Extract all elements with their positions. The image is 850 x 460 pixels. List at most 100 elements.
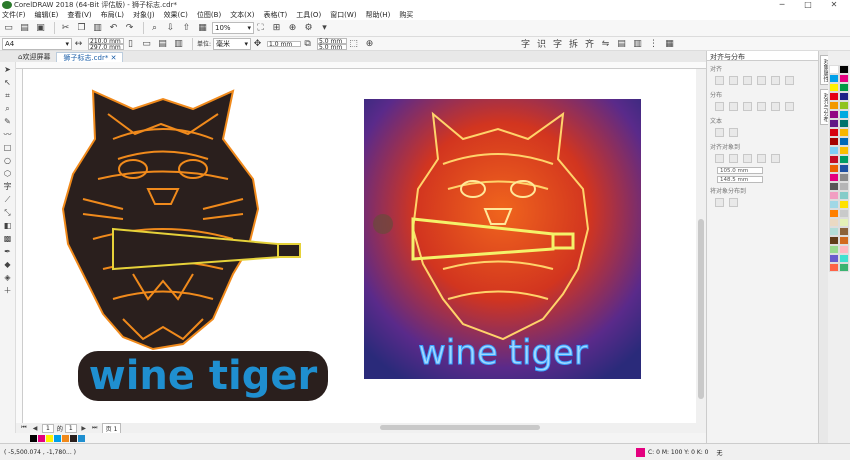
connector-tool-icon[interactable]: ⤡ xyxy=(1,207,14,218)
align-to-page-edge-button[interactable] xyxy=(743,154,752,163)
palette-swatch[interactable] xyxy=(829,155,839,164)
open-icon[interactable]: ▤ xyxy=(18,22,31,35)
palette-swatch[interactable] xyxy=(829,137,839,146)
launch-icon[interactable]: ▾ xyxy=(318,22,331,35)
swatch-magenta[interactable] xyxy=(38,434,45,442)
menu-file[interactable]: 文件(F) xyxy=(2,10,26,20)
maximize-button[interactable]: □ xyxy=(796,0,820,9)
palette-swatch[interactable] xyxy=(829,65,839,74)
save-icon[interactable]: ▣ xyxy=(34,22,47,35)
palette-swatch[interactable] xyxy=(839,227,849,236)
grid-icon[interactable]: ⊞ xyxy=(270,22,283,35)
landscape-icon[interactable]: ▭ xyxy=(140,37,153,50)
align-to-selection-button[interactable] xyxy=(729,154,738,163)
text-bbox-button[interactable] xyxy=(729,128,738,137)
palette-swatch[interactable] xyxy=(839,200,849,209)
menu-tools[interactable]: 工具(O) xyxy=(296,10,321,20)
add-tool-icon[interactable]: ＋ xyxy=(1,285,14,296)
dist-center-button[interactable] xyxy=(729,102,738,111)
align-to-page-center-button[interactable] xyxy=(757,154,766,163)
dist-to-page-button[interactable] xyxy=(729,198,738,207)
text-tool-icon[interactable]: 字 xyxy=(1,181,14,192)
text-icon[interactable]: 字 xyxy=(519,37,532,50)
menu-edit[interactable]: 编辑(E) xyxy=(35,10,59,20)
eyedropper-icon[interactable]: ✒ xyxy=(1,246,14,257)
tab-welcome[interactable]: ⌂ 欢迎屏幕 xyxy=(12,52,56,62)
swatch-yellow[interactable] xyxy=(46,434,53,442)
options-icon[interactable]: ⚙ xyxy=(302,22,315,35)
palette-swatch[interactable] xyxy=(839,245,849,254)
rectangle-tool-icon[interactable]: □ xyxy=(1,142,14,153)
dup-y-input[interactable]: 5.0 mm xyxy=(317,43,348,50)
palette-swatch[interactable] xyxy=(839,263,849,272)
horizontal-scrollbar[interactable] xyxy=(380,425,540,430)
copy-icon[interactable]: ❐ xyxy=(75,22,88,35)
palette-swatch[interactable] xyxy=(839,101,849,110)
palette-swatch[interactable] xyxy=(839,110,849,119)
menu-view[interactable]: 查看(V) xyxy=(67,10,91,20)
palette-swatch[interactable] xyxy=(839,164,849,173)
ellipse-tool-icon[interactable]: ○ xyxy=(1,155,14,166)
fill-swatch[interactable] xyxy=(635,447,645,457)
dist-to-selection-button[interactable] xyxy=(715,198,724,207)
minimize-button[interactable]: ─ xyxy=(770,0,794,9)
nudge-input[interactable]: 1.0 mm xyxy=(267,40,302,47)
align-right-button[interactable] xyxy=(743,76,752,85)
align-vcenter-button[interactable] xyxy=(771,76,780,85)
new-icon[interactable]: ▭ xyxy=(2,22,15,35)
palette-swatch[interactable] xyxy=(839,254,849,263)
menu-table[interactable]: 表格(T) xyxy=(263,10,287,20)
menu-window[interactable]: 窗口(W) xyxy=(330,10,356,20)
palette-swatch[interactable] xyxy=(829,191,839,200)
break-text-icon[interactable]: 拆 xyxy=(567,37,580,50)
menu-object[interactable]: 对象(J) xyxy=(133,10,155,20)
search-icon[interactable]: ⌕ xyxy=(148,22,161,35)
palette-swatch[interactable] xyxy=(829,209,839,218)
convert-text-icon[interactable]: 识 xyxy=(535,37,548,50)
align-left-button[interactable] xyxy=(715,76,724,85)
units-select[interactable]: 毫米 ▾ xyxy=(213,37,252,50)
current-page-icon[interactable]: ▥ xyxy=(172,37,185,50)
palette-swatch[interactable] xyxy=(829,92,839,101)
palette-swatch[interactable] xyxy=(829,182,839,191)
distribute-icon[interactable]: ⋮ xyxy=(647,37,660,50)
swatch-cyan[interactable] xyxy=(54,434,61,442)
dist-left-button[interactable] xyxy=(715,102,724,111)
transparency-icon[interactable]: ▩ xyxy=(1,233,14,244)
palette-swatch[interactable] xyxy=(839,236,849,245)
export-icon[interactable]: ⇧ xyxy=(180,22,193,35)
align-center-icon[interactable]: ▥ xyxy=(631,37,644,50)
palette-swatch[interactable] xyxy=(839,65,849,74)
tiger-text[interactable]: wine tiger xyxy=(89,353,318,399)
swatch-orange[interactable] xyxy=(62,434,69,442)
zoom-tool-icon[interactable]: ⌕ xyxy=(1,103,14,114)
menu-layout[interactable]: 布局(L) xyxy=(101,10,124,20)
undo-icon[interactable]: ↶ xyxy=(107,22,120,35)
palette-swatch[interactable] xyxy=(839,119,849,128)
pick-tool-icon[interactable]: ➤ xyxy=(1,64,14,75)
align-to-active-button[interactable] xyxy=(715,154,724,163)
palette-swatch[interactable] xyxy=(839,137,849,146)
palette-swatch[interactable] xyxy=(829,119,839,128)
align-to-grid-button[interactable] xyxy=(771,154,780,163)
palette-swatch[interactable] xyxy=(839,83,849,92)
mirror-icon[interactable]: ⇋ xyxy=(599,37,612,50)
paste-icon[interactable]: ▥ xyxy=(91,22,104,35)
menu-text[interactable]: 文本(X) xyxy=(230,10,254,20)
palette-swatch[interactable] xyxy=(839,128,849,137)
dist-top-button[interactable] xyxy=(771,102,780,111)
interactive-fill-icon[interactable]: ◆ xyxy=(1,259,14,270)
fullscreen-icon[interactable]: ⛶ xyxy=(254,22,267,35)
crop-tool-icon[interactable]: ⌗ xyxy=(1,90,14,101)
palette-swatch[interactable] xyxy=(829,101,839,110)
palette-swatch[interactable] xyxy=(839,209,849,218)
freehand-tool-icon[interactable]: ✎ xyxy=(1,116,14,127)
all-pages-icon[interactable]: ▤ xyxy=(156,37,169,50)
page-tab[interactable]: 页 1 xyxy=(101,422,122,434)
arrange-icon[interactable]: ▦ xyxy=(663,37,676,50)
palette-swatch[interactable] xyxy=(829,263,839,272)
artistic-media-icon[interactable]: 〰 xyxy=(1,129,14,140)
tiger-vector-logo[interactable] xyxy=(61,89,301,351)
palette-swatch[interactable] xyxy=(829,74,839,83)
palette-swatch[interactable] xyxy=(829,245,839,254)
